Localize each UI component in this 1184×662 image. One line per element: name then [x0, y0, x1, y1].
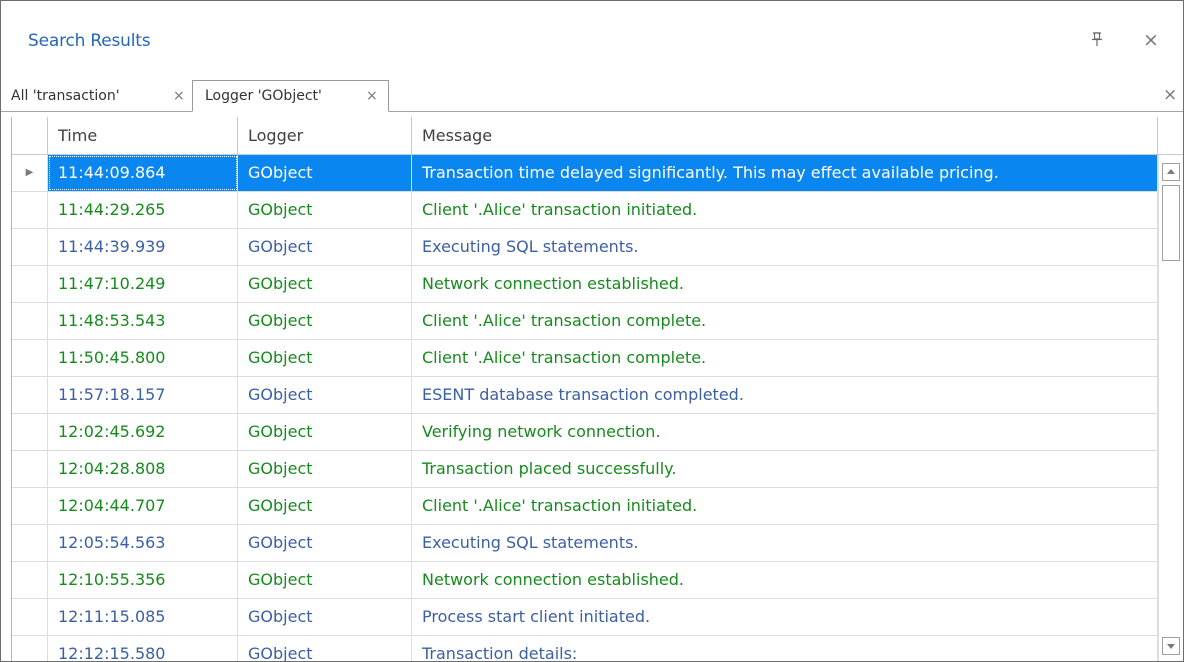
cell-message[interactable]: Transaction placed successfully. — [412, 451, 1158, 487]
cell-message[interactable]: Client '.Alice' transaction complete. — [412, 340, 1158, 376]
cell-time[interactable]: 11:44:29.265 — [48, 192, 238, 228]
grid-rows: ▶ 11:44:09.864 GObject Transaction time del… — [12, 155, 1158, 661]
cell-logger[interactable]: GObject — [238, 340, 412, 376]
table-row[interactable]: 12:04:28.808 GObject Transaction placed su… — [12, 451, 1158, 488]
triangle-right-icon: ▶ — [12, 155, 48, 191]
table-row[interactable]: 12:05:54.563 GObject Executing SQL stateme… — [12, 525, 1158, 562]
row-indicator — [12, 488, 48, 524]
cell-message[interactable]: Client '.Alice' transaction initiated. — [412, 488, 1158, 524]
table-row[interactable]: 11:50:45.800 GObject Client '.Alice' trans… — [12, 340, 1158, 377]
table-row[interactable]: 11:48:53.543 GObject Client '.Alice' trans… — [12, 303, 1158, 340]
cell-message[interactable]: Executing SQL statements. — [412, 229, 1158, 265]
table-row[interactable]: ▶ 11:44:09.864 GObject Transaction time del… — [12, 155, 1158, 192]
cell-logger[interactable]: GObject — [238, 414, 412, 450]
cell-time[interactable]: 11:50:45.800 — [48, 340, 238, 376]
cell-time[interactable]: 12:12:15.580 — [48, 636, 238, 661]
grid-header: Time Logger Message — [12, 117, 1183, 155]
cell-logger[interactable]: GObject — [238, 192, 412, 228]
row-indicator — [12, 303, 48, 339]
table-row[interactable]: 12:11:15.085 GObject Process start client … — [12, 599, 1158, 636]
close-icon[interactable]: × — [173, 81, 185, 111]
tab-logger-gobject[interactable]: Logger 'GObject' × — [192, 80, 389, 112]
column-header-logger[interactable]: Logger — [238, 117, 412, 154]
cell-time[interactable]: 12:04:44.707 — [48, 488, 238, 524]
cell-logger[interactable]: GObject — [238, 303, 412, 339]
cell-message[interactable]: ESENT database transaction completed. — [412, 377, 1158, 413]
cell-time[interactable]: 11:57:18.157 — [48, 377, 238, 413]
cell-message[interactable]: Network connection established. — [412, 562, 1158, 598]
vertical-scrollbar[interactable] — [1158, 155, 1183, 661]
tab-label: Logger 'GObject' — [205, 88, 322, 104]
cell-message[interactable]: Client '.Alice' transaction complete. — [412, 303, 1158, 339]
column-header-message[interactable]: Message — [412, 117, 1158, 154]
scroll-down-button[interactable] — [1162, 637, 1180, 655]
cell-message[interactable]: Client '.Alice' transaction initiated. — [412, 192, 1158, 228]
cell-time[interactable]: 11:48:53.543 — [48, 303, 238, 339]
cell-message[interactable]: Executing SQL statements. — [412, 525, 1158, 561]
close-icon: × — [1143, 29, 1159, 51]
cell-logger[interactable]: GObject — [238, 636, 412, 661]
row-indicator — [12, 340, 48, 376]
cell-logger[interactable]: GObject — [238, 525, 412, 561]
cell-message[interactable]: Verifying network connection. — [412, 414, 1158, 450]
row-indicator — [12, 377, 48, 413]
scroll-up-button[interactable] — [1162, 163, 1180, 181]
cell-message[interactable]: Network connection established. — [412, 266, 1158, 302]
row-indicator — [12, 192, 48, 228]
tab-label: All 'transaction' — [11, 88, 120, 104]
row-indicator — [12, 562, 48, 598]
row-indicator — [12, 229, 48, 265]
search-results-panel: Search Results × All 'transaction' × Log… — [0, 0, 1184, 662]
cell-logger[interactable]: GObject — [238, 599, 412, 635]
cell-logger[interactable]: GObject — [238, 266, 412, 302]
table-row[interactable]: 11:44:39.939 GObject Executing SQL stateme… — [12, 229, 1158, 266]
table-row[interactable]: 12:10:55.356 GObject Network connection es… — [12, 562, 1158, 599]
cell-time[interactable]: 11:44:39.939 — [48, 229, 238, 265]
close-all-tabs-button[interactable]: × — [1163, 85, 1177, 105]
table-row[interactable]: 11:57:18.157 GObject ESENT database transa… — [12, 377, 1158, 414]
row-indicator — [12, 451, 48, 487]
cell-message[interactable]: Process start client initiated. — [412, 599, 1158, 635]
cell-time[interactable]: 12:05:54.563 — [48, 525, 238, 561]
panel-title: Search Results — [28, 31, 151, 51]
close-icon[interactable]: × — [366, 81, 378, 111]
table-row[interactable]: 11:44:29.265 GObject Client '.Alice' trans… — [12, 192, 1158, 229]
cell-message[interactable]: Transaction details: — [412, 636, 1158, 661]
table-row[interactable]: 11:47:10.249 GObject Network connection es… — [12, 266, 1158, 303]
table-row[interactable]: 12:04:44.707 GObject Client '.Alice' trans… — [12, 488, 1158, 525]
cell-message[interactable]: Transaction time delayed significantly. … — [412, 155, 1158, 191]
cell-logger[interactable]: GObject — [238, 229, 412, 265]
cell-time[interactable]: 11:44:09.864 — [48, 155, 238, 191]
cell-logger[interactable]: GObject — [238, 488, 412, 524]
row-indicator — [12, 599, 48, 635]
row-indicator — [12, 266, 48, 302]
results-grid: Time Logger Message ▶ 11:44:09.864 GObject… — [11, 117, 1183, 661]
cell-time[interactable]: 11:47:10.249 — [48, 266, 238, 302]
cell-time[interactable]: 12:02:45.692 — [48, 414, 238, 450]
cell-logger[interactable]: GObject — [238, 562, 412, 598]
row-indicator — [12, 525, 48, 561]
pin-icon-glyph — [1092, 32, 1102, 46]
pin-icon[interactable] — [1089, 31, 1105, 49]
close-icon: × — [1163, 85, 1178, 105]
close-panel-button[interactable]: × — [1141, 30, 1161, 50]
scroll-thumb[interactable] — [1162, 185, 1180, 261]
column-header-time[interactable]: Time — [48, 117, 238, 154]
row-indicator-header — [12, 117, 48, 154]
table-row[interactable]: 12:02:45.692 GObject Verifying network con… — [12, 414, 1158, 451]
cell-time[interactable]: 12:04:28.808 — [48, 451, 238, 487]
cell-time[interactable]: 12:11:15.085 — [48, 599, 238, 635]
cell-logger[interactable]: GObject — [238, 155, 412, 191]
row-indicator — [12, 414, 48, 450]
cell-logger[interactable]: GObject — [238, 377, 412, 413]
table-row[interactable]: 12:12:15.580 GObject Transaction details: — [12, 636, 1158, 661]
row-indicator — [12, 636, 48, 661]
cell-time[interactable]: 12:10:55.356 — [48, 562, 238, 598]
cell-logger[interactable]: GObject — [238, 451, 412, 487]
tab-strip: All 'transaction' × Logger 'GObject' × — [1, 80, 1183, 112]
tab-all-transaction[interactable]: All 'transaction' × — [11, 81, 191, 111]
